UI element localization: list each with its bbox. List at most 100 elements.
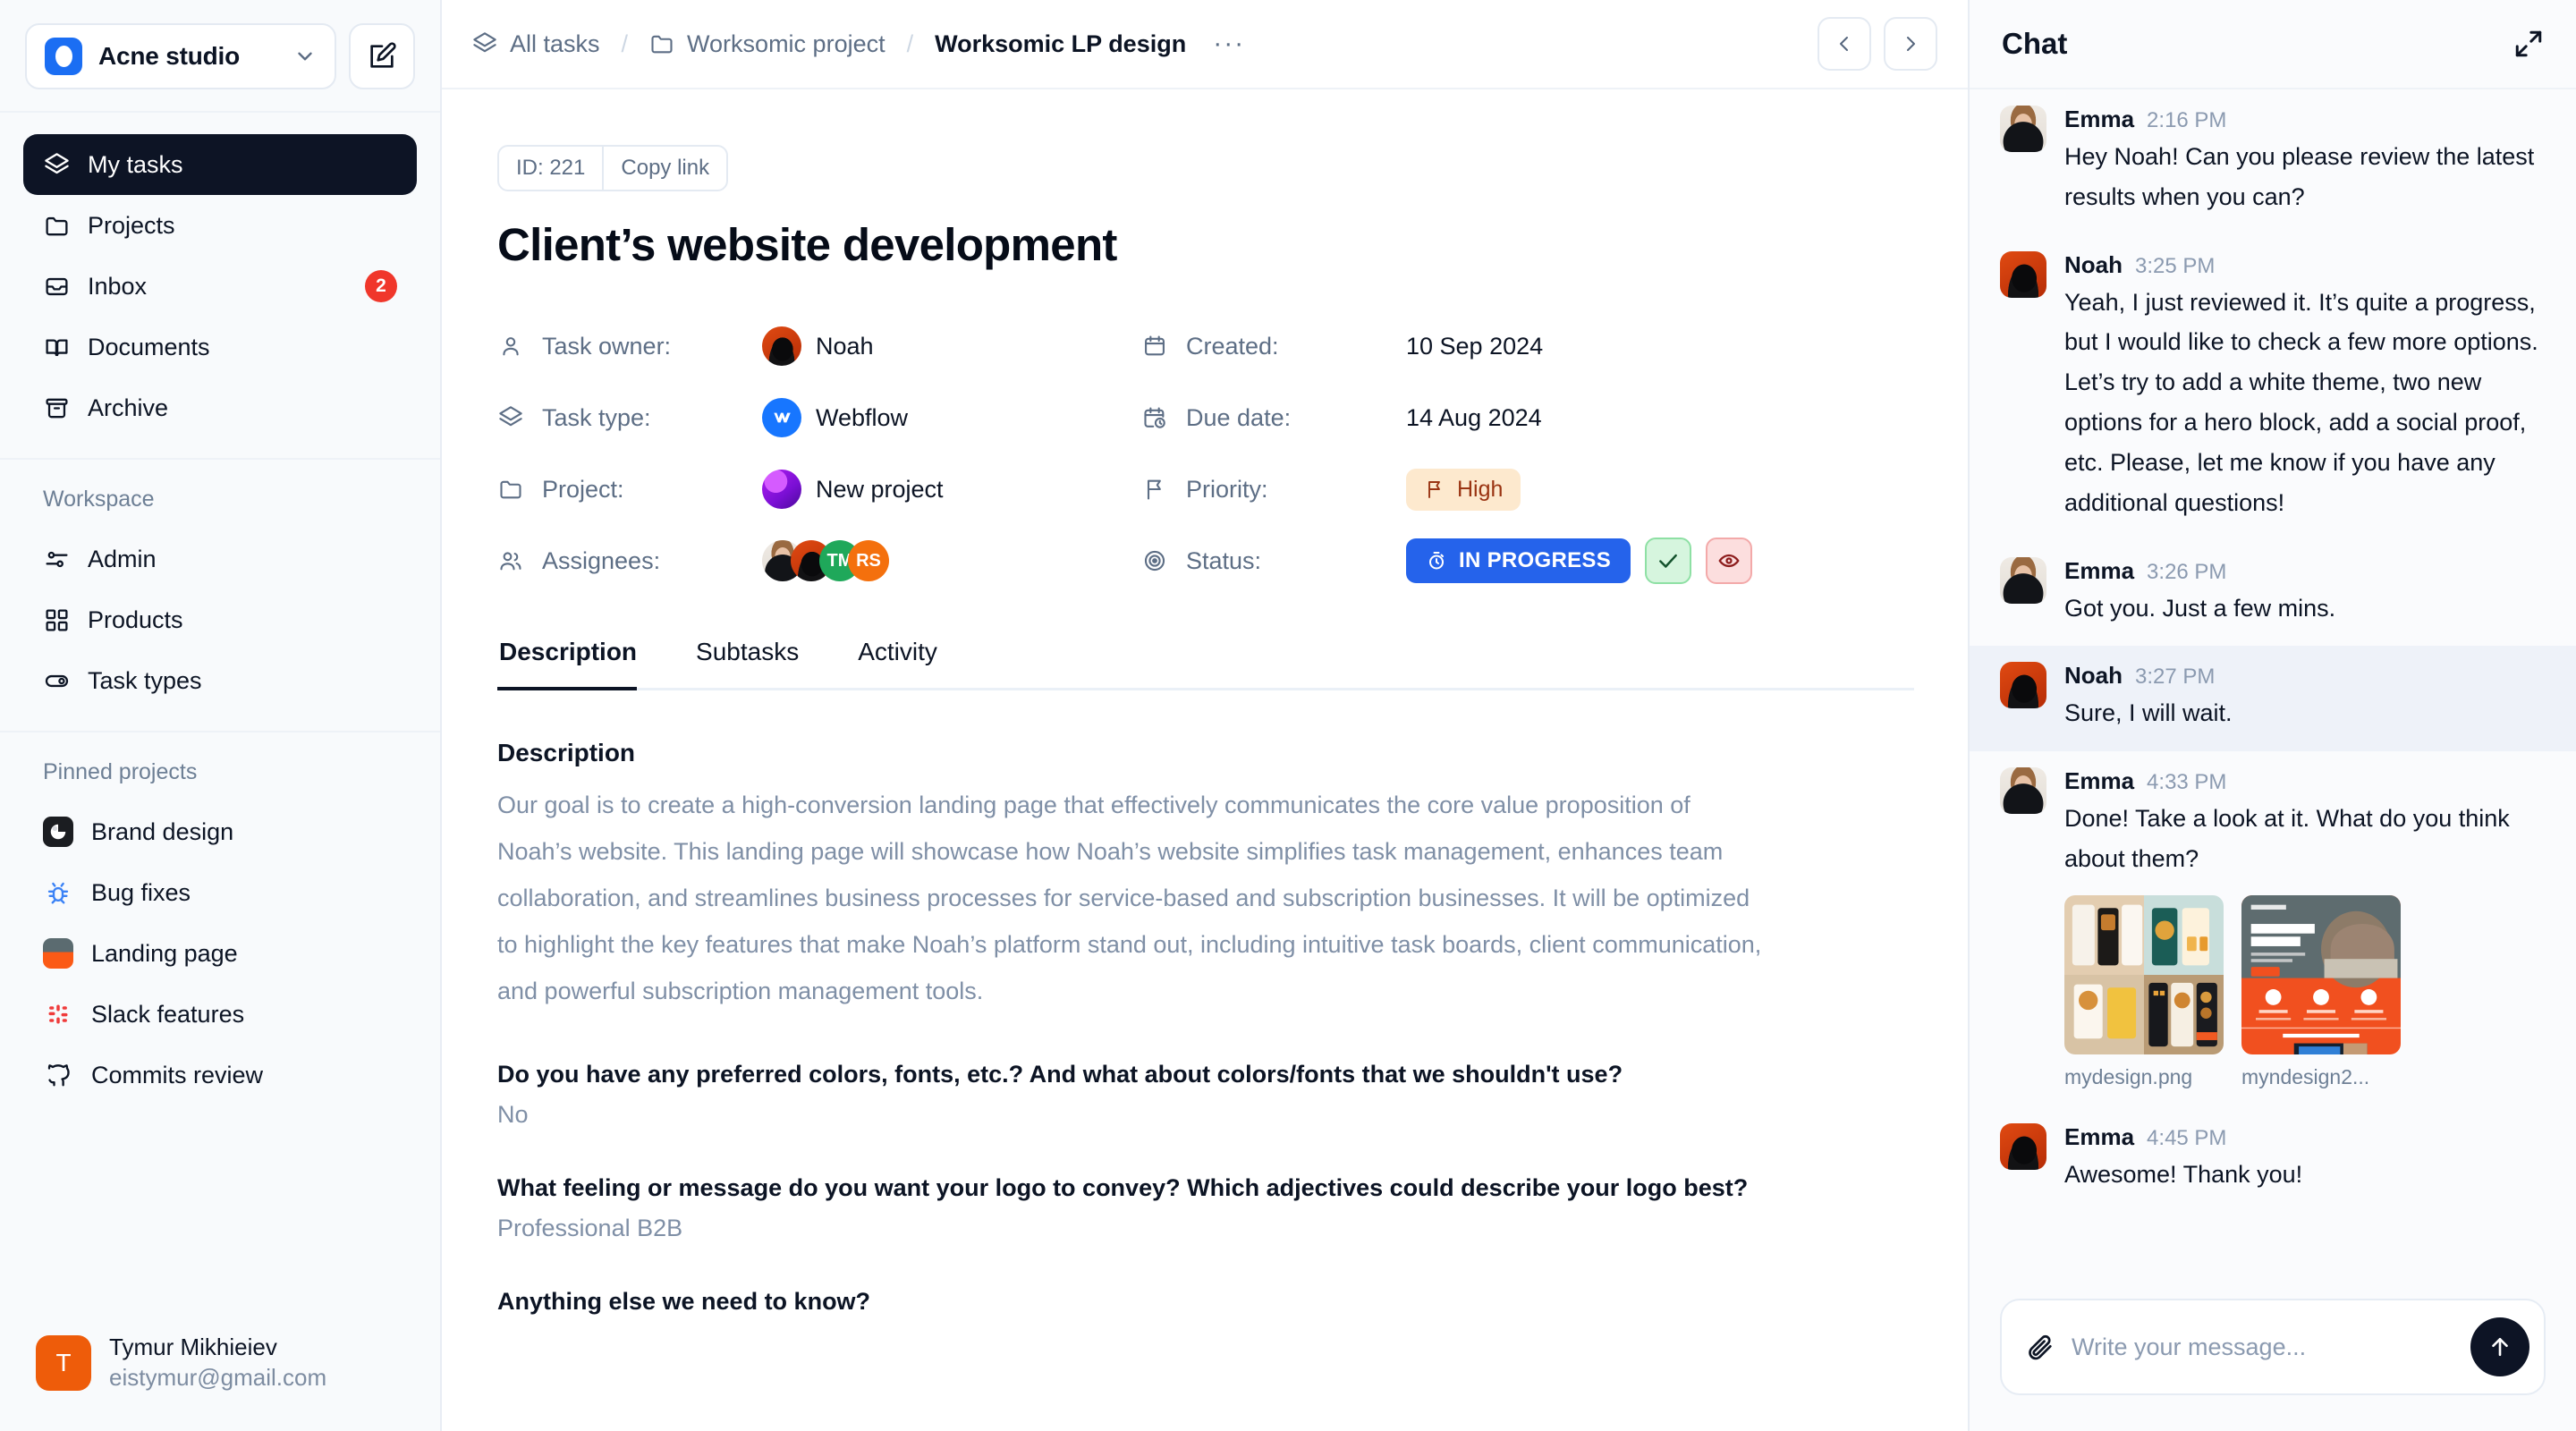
message-text: Sure, I will wait. bbox=[2064, 699, 2233, 727]
field-label: Task type: bbox=[497, 404, 762, 432]
sidebar-item-task-types[interactable]: Task types bbox=[23, 650, 417, 711]
field-value[interactable]: High bbox=[1406, 468, 1521, 511]
more-options-button[interactable]: ··· bbox=[1200, 29, 1245, 59]
field-task-owner: Task owner: Noah bbox=[497, 310, 1141, 382]
tab-activity[interactable]: Activity bbox=[856, 638, 964, 688]
workspace-switcher[interactable]: Acne studio bbox=[25, 23, 336, 89]
attachment[interactable]: myndesign2... bbox=[2241, 894, 2401, 1089]
field-value[interactable]: Noah bbox=[762, 326, 874, 366]
pinned-nav: Pinned projects Brand design Bug fixes L… bbox=[0, 731, 440, 1125]
expand-icon[interactable] bbox=[2513, 29, 2544, 59]
message-header: Noah 3:25 PM bbox=[2064, 251, 2546, 279]
workspace-header: Acne studio bbox=[0, 0, 440, 113]
pinned-section-title: Pinned projects bbox=[43, 759, 198, 784]
sidebar-item-label: Documents bbox=[88, 333, 210, 360]
field-value[interactable]: New project bbox=[762, 470, 944, 509]
field-value-text: Noah bbox=[816, 332, 874, 360]
send-button[interactable] bbox=[2470, 1317, 2529, 1376]
sidebar-item-brand-design[interactable]: Brand design bbox=[23, 801, 417, 862]
composer-box[interactable]: Write your message... bbox=[2000, 1299, 2546, 1395]
avatar-group[interactable]: TM RS bbox=[762, 540, 889, 581]
field-value[interactable]: 10 Sep 2024 bbox=[1406, 333, 1543, 360]
chat-header: Chat bbox=[1970, 0, 2576, 89]
description-panel: Description Our goal is to create a high… bbox=[497, 739, 1914, 1321]
answer-text: No bbox=[497, 1100, 529, 1128]
chat-message-highlighted: Noah 3:27 PM Sure, I will wait. bbox=[1970, 646, 2576, 752]
flag-icon bbox=[1141, 476, 1168, 503]
sidebar-item-documents[interactable]: Documents bbox=[23, 317, 417, 377]
food-app-screens-thumb-icon bbox=[2064, 894, 2224, 1054]
message-header: Emma 3:26 PM bbox=[2064, 557, 2546, 585]
paperclip-icon[interactable] bbox=[2025, 1332, 2055, 1362]
sidebar-item-slack-features[interactable]: Slack features bbox=[23, 984, 417, 1045]
priority-label: High bbox=[1457, 476, 1504, 502]
sidebar-item-commits-review[interactable]: Commits review bbox=[23, 1045, 417, 1105]
sidebar-item-bug-fixes[interactable]: Bug fixes bbox=[23, 862, 417, 923]
sliders-icon bbox=[43, 546, 70, 572]
sidebar-item-label: Products bbox=[88, 605, 183, 633]
message-input[interactable]: Write your message... bbox=[2072, 1334, 2454, 1361]
sidebar-item-label: Projects bbox=[88, 211, 175, 239]
book-icon bbox=[43, 334, 70, 360]
chat-messages[interactable]: Emma 2:16 PM Hey Noah! Can you please re… bbox=[1970, 89, 2576, 1279]
sidebar-item-my-tasks[interactable]: My tasks bbox=[23, 134, 417, 195]
workspace-nav: Workspace Admin Products Task types bbox=[0, 458, 440, 731]
tab-subtasks[interactable]: Subtasks bbox=[694, 638, 826, 688]
task-detail-scroll[interactable]: ID: 221 Copy link Client’s website devel… bbox=[442, 89, 1968, 1431]
watch-button[interactable] bbox=[1706, 538, 1752, 584]
message-header: Noah 3:27 PM bbox=[2064, 662, 2546, 690]
sidebar: Acne studio My tasks Projects Inbox 2 Do… bbox=[0, 0, 442, 1431]
page-title: Client’s website development bbox=[497, 219, 1117, 270]
copy-link-button[interactable]: Copy link bbox=[602, 147, 726, 190]
attachment-thumbnail bbox=[2064, 894, 2224, 1054]
webflow-logo-icon bbox=[762, 398, 801, 437]
avatar bbox=[2000, 556, 2046, 604]
main-content: All tasks / Worksomic project / Worksomi… bbox=[442, 0, 1968, 1431]
chat-message: Emma 3:26 PM Got you. Just a few mins. bbox=[1970, 541, 2576, 647]
field-value[interactable]: 14 Aug 2024 bbox=[1406, 404, 1542, 432]
user-email: eistymur@gmail.com bbox=[109, 1364, 327, 1392]
field-status: Status: IN PROGRESS bbox=[1141, 525, 1785, 597]
compose-button[interactable] bbox=[349, 23, 415, 89]
attachment[interactable]: mydesign.png bbox=[2064, 894, 2224, 1089]
tab-description[interactable]: Description bbox=[497, 638, 664, 690]
sidebar-item-landing-page[interactable]: Landing page bbox=[23, 923, 417, 984]
prev-task-button[interactable] bbox=[1818, 17, 1871, 71]
message-author: Emma bbox=[2064, 767, 2135, 795]
sidebar-item-projects[interactable]: Projects bbox=[23, 195, 417, 256]
message-text: Hey Noah! Can you please review the late… bbox=[2064, 143, 2535, 210]
approve-button[interactable] bbox=[1645, 538, 1691, 584]
sidebar-item-archive[interactable]: Archive bbox=[23, 377, 417, 438]
breadcrumb-label: Worksomic project bbox=[687, 30, 886, 57]
message-attachments: mydesign.png myndesign2... bbox=[2064, 894, 2546, 1089]
workspace-section-title: Workspace bbox=[43, 487, 155, 512]
toggle-icon bbox=[43, 667, 70, 694]
sidebar-item-admin[interactable]: Admin bbox=[23, 529, 417, 589]
bug-icon bbox=[43, 877, 73, 908]
message-time: 3:25 PM bbox=[2135, 253, 2216, 278]
sidebar-item-inbox[interactable]: Inbox 2 bbox=[23, 256, 417, 317]
next-task-button[interactable] bbox=[1884, 17, 1937, 71]
sidebar-item-label: Slack features bbox=[91, 1000, 245, 1028]
field-value: IN PROGRESS bbox=[1406, 538, 1752, 584]
landing-thumb-icon bbox=[43, 938, 73, 969]
avatar bbox=[2000, 1122, 2046, 1170]
description-body: Our goal is to create a high-conversion … bbox=[497, 792, 1762, 1005]
sidebar-item-products[interactable]: Products bbox=[23, 589, 417, 650]
task-meta: Task owner: Noah Task type: Webflow Proj… bbox=[497, 310, 1914, 597]
layers-icon bbox=[43, 151, 70, 178]
field-label-text: Task owner: bbox=[542, 332, 672, 360]
priority-badge[interactable]: High bbox=[1406, 468, 1521, 511]
field-value[interactable]: Webflow bbox=[762, 398, 908, 437]
message-time: 3:26 PM bbox=[2147, 559, 2227, 584]
chevron-down-icon bbox=[298, 52, 312, 61]
sidebar-item-label: Landing page bbox=[91, 939, 238, 967]
breadcrumb-all-tasks[interactable]: All tasks bbox=[472, 30, 600, 58]
field-project: Project: New project bbox=[497, 453, 1141, 525]
status-badge[interactable]: IN PROGRESS bbox=[1406, 538, 1631, 583]
field-value[interactable]: TM RS bbox=[762, 540, 889, 581]
user-profile[interactable]: T Tymur Mikhieiev eistymur@gmail.com bbox=[0, 1309, 440, 1431]
chevron-right-icon bbox=[1907, 37, 1915, 51]
breadcrumb-project[interactable]: Worksomic project bbox=[649, 30, 886, 58]
field-label: Created: bbox=[1141, 333, 1406, 360]
